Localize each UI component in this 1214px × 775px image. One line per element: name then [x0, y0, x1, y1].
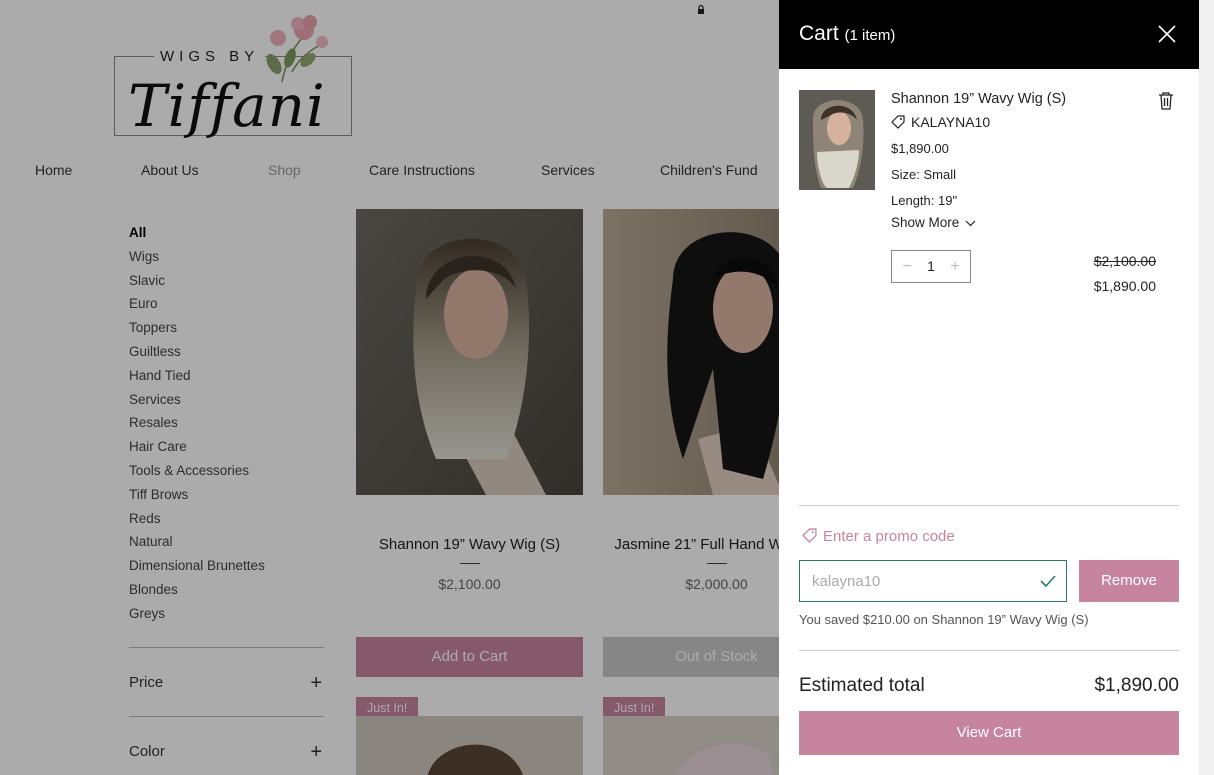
line-item-original-price: $2,100.00: [1093, 253, 1156, 269]
decrease-quantity-button[interactable]: −: [894, 251, 920, 282]
show-more-toggle[interactable]: Show More: [891, 215, 976, 230]
promo-saved-message: You saved $210.00 on Shannon 19” Wavy Wi…: [799, 612, 1089, 627]
cart-title-text: Cart: [799, 22, 839, 45]
cart-title: Cart (1 item): [799, 22, 895, 46]
show-more-label: Show More: [891, 215, 960, 230]
close-icon[interactable]: [1157, 24, 1177, 44]
promo-link-label: Enter a promo code: [823, 528, 955, 545]
promo-code-input[interactable]: [812, 561, 1032, 601]
tag-icon: [802, 528, 817, 543]
line-item-length: Length: 19": [891, 193, 958, 208]
line-item-image[interactable]: [799, 90, 875, 190]
line-item-name[interactable]: Shannon 19” Wavy Wig (S): [891, 91, 1066, 107]
view-cart-button[interactable]: View Cart: [799, 711, 1179, 755]
trash-icon[interactable]: [1157, 91, 1175, 111]
cart-item-count: (1 item): [844, 27, 896, 44]
increase-quantity-button[interactable]: +: [942, 251, 968, 282]
estimated-total-label: Estimated total: [799, 675, 925, 696]
line-item-price: $1,890.00: [891, 141, 949, 156]
chevron-down-icon: [965, 220, 976, 227]
cart-divider: [799, 650, 1179, 651]
promo-code-field[interactable]: [799, 560, 1067, 602]
enter-promo-code-link[interactable]: Enter a promo code: [802, 528, 955, 545]
check-icon: [1040, 575, 1056, 588]
cart-header: Cart (1 item): [779, 0, 1199, 69]
cart-drawer: Cart (1 item) Shannon 19” Wavy Wig (S) K…: [779, 0, 1199, 775]
quantity-stepper: − 1 +: [891, 250, 971, 283]
estimated-total-value: $1,890.00: [1094, 675, 1179, 696]
line-item-final-price: $1,890.00: [1093, 278, 1156, 294]
line-item-promo: KALAYNA10: [891, 114, 990, 130]
page-overlay[interactable]: [0, 0, 779, 775]
line-item-size: Size: Small: [891, 167, 957, 182]
scrollbar[interactable]: [1199, 0, 1214, 775]
remove-promo-button[interactable]: Remove: [1079, 560, 1179, 602]
cart-divider: [799, 505, 1179, 506]
cart-line-item: Shannon 19” Wavy Wig (S) KALAYNA10 $1,89…: [799, 90, 1179, 300]
quantity-value[interactable]: 1: [918, 251, 944, 282]
line-item-promo-code: KALAYNA10: [911, 114, 991, 130]
tag-icon: [891, 115, 905, 129]
